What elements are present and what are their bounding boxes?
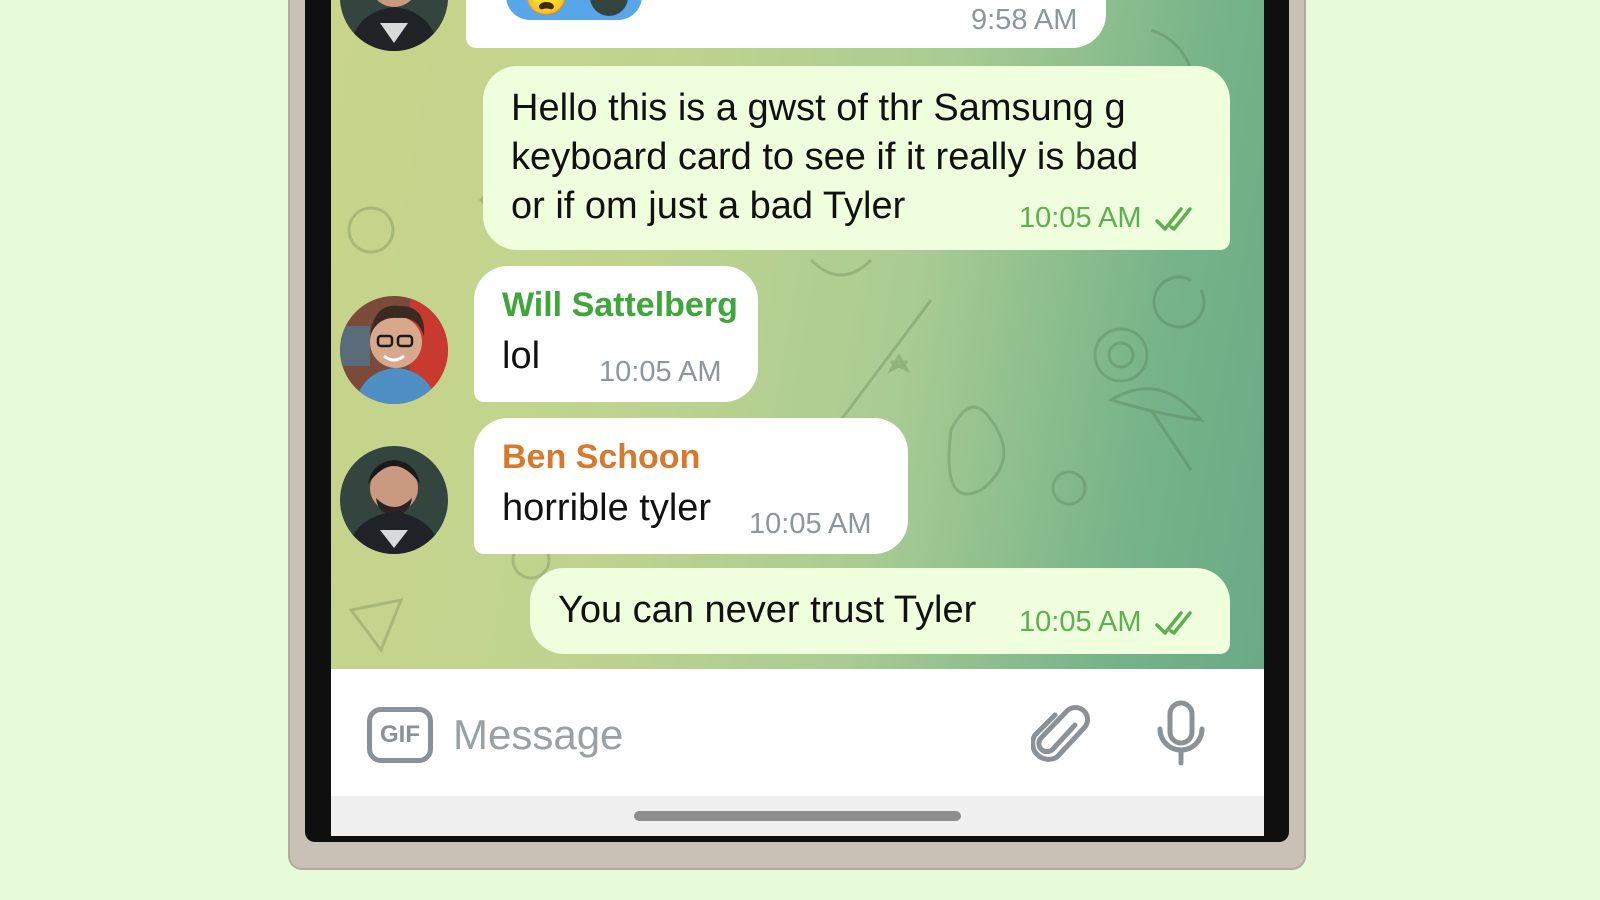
- message-bubble[interactable]: 😦 9:58 AM: [466, 0, 1106, 48]
- message-text: lol: [502, 335, 541, 377]
- message-bubble[interactable]: Will Sattelberg lol 10:05 AM: [474, 266, 758, 402]
- message-time: 9:58 AM: [971, 4, 1078, 36]
- system-nav-bar: [331, 796, 1264, 836]
- message-text-line: Hello this is a gwst of thr Samsung g: [511, 87, 1126, 129]
- message-input[interactable]: [451, 701, 995, 769]
- message-time: 10:05 AM: [599, 356, 722, 388]
- avatar[interactable]: [340, 296, 448, 404]
- message-bubble[interactable]: Hello this is a gwst of thr Samsung g ke…: [483, 66, 1230, 250]
- message-input-bar: GIF: [331, 669, 1264, 796]
- paperclip-icon[interactable]: [1031, 703, 1091, 767]
- message-time: 10:05 AM: [1019, 606, 1142, 638]
- message-text: You can never trust Tyler: [558, 589, 977, 631]
- message-time: 10:05 AM: [749, 508, 872, 540]
- microphone-icon[interactable]: [1155, 699, 1207, 769]
- sender-name[interactable]: Ben Schoon: [502, 438, 700, 477]
- message-time: 10:05 AM: [1019, 202, 1142, 234]
- message-bubble[interactable]: You can never trust Tyler 10:05 AM: [530, 568, 1230, 654]
- message-text-line: or if om just a bad Tyler: [511, 185, 906, 227]
- avatar[interactable]: [340, 446, 448, 554]
- reaction-avatar-icon: [590, 0, 628, 16]
- reactions-pill[interactable]: 😦: [506, 0, 642, 20]
- message-text: horrible tyler: [502, 487, 712, 529]
- double-check-icon: [1155, 611, 1192, 635]
- gif-button[interactable]: GIF: [367, 707, 433, 763]
- double-check-icon: [1155, 207, 1192, 231]
- avatar-will-image: [340, 296, 448, 404]
- chat-area[interactable]: 😦 9:58 AM Hello this is a gwst of thr Sa…: [331, 0, 1264, 669]
- avatar-ben-image: [340, 446, 448, 554]
- home-gesture-handle[interactable]: [634, 811, 961, 821]
- sad-face-icon: 😦: [524, 0, 569, 18]
- message-bubble[interactable]: Ben Schoon horrible tyler 10:05 AM: [474, 418, 908, 554]
- phone-screen: 😦 9:58 AM Hello this is a gwst of thr Sa…: [331, 0, 1264, 836]
- message-text-line: keyboard card to see if it really is bad: [511, 136, 1139, 178]
- sender-name[interactable]: Will Sattelberg: [502, 286, 738, 325]
